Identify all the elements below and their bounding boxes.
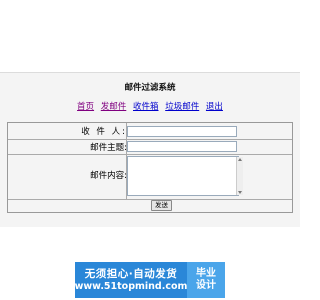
content-textarea[interactable] <box>127 156 239 196</box>
send-button[interactable]: 发送 <box>151 200 172 211</box>
recipient-row: 收 件 人: <box>8 123 292 140</box>
subject-row: 邮件主题: <box>8 139 292 155</box>
recipient-label: 收 件 人: <box>81 127 127 137</box>
nav-bar: 首页 发邮件 收件箱 垃圾邮件 退出 <box>0 100 300 112</box>
page-title: 邮件过滤系统 <box>124 83 176 93</box>
watermark-banner: 无须担心·自动发货 www.51topmind.com 毕业 设计 <box>75 262 225 298</box>
nav-link-home[interactable]: 首页 <box>77 102 94 112</box>
submit-row: 发送 <box>8 199 292 212</box>
banner-right-line2: 设计 <box>196 280 216 291</box>
content-row: 邮件内容: <box>8 154 292 200</box>
compose-form: 收 件 人: 邮件主题: 邮件内容: 发送 <box>7 122 293 213</box>
nav-link-inbox[interactable]: 收件箱 <box>133 102 159 112</box>
banner-left: 无须担心·自动发货 www.51topmind.com <box>75 262 187 298</box>
banner-right: 毕业 设计 <box>187 262 225 298</box>
nav-link-compose[interactable]: 发邮件 <box>101 102 127 112</box>
nav-link-logout[interactable]: 退出 <box>206 102 223 112</box>
recipient-input[interactable] <box>127 126 237 137</box>
banner-slogan: 无须担心·自动发货 <box>84 268 178 280</box>
content-label: 邮件内容: <box>90 171 127 181</box>
subject-input[interactable] <box>127 141 237 152</box>
subject-label: 邮件主题: <box>90 143 127 153</box>
banner-right-line1: 毕业 <box>196 268 216 279</box>
banner-url: www.51topmind.com <box>74 281 188 292</box>
nav-link-spam[interactable]: 垃圾邮件 <box>165 102 199 112</box>
content-scrollbar[interactable] <box>236 157 243 195</box>
